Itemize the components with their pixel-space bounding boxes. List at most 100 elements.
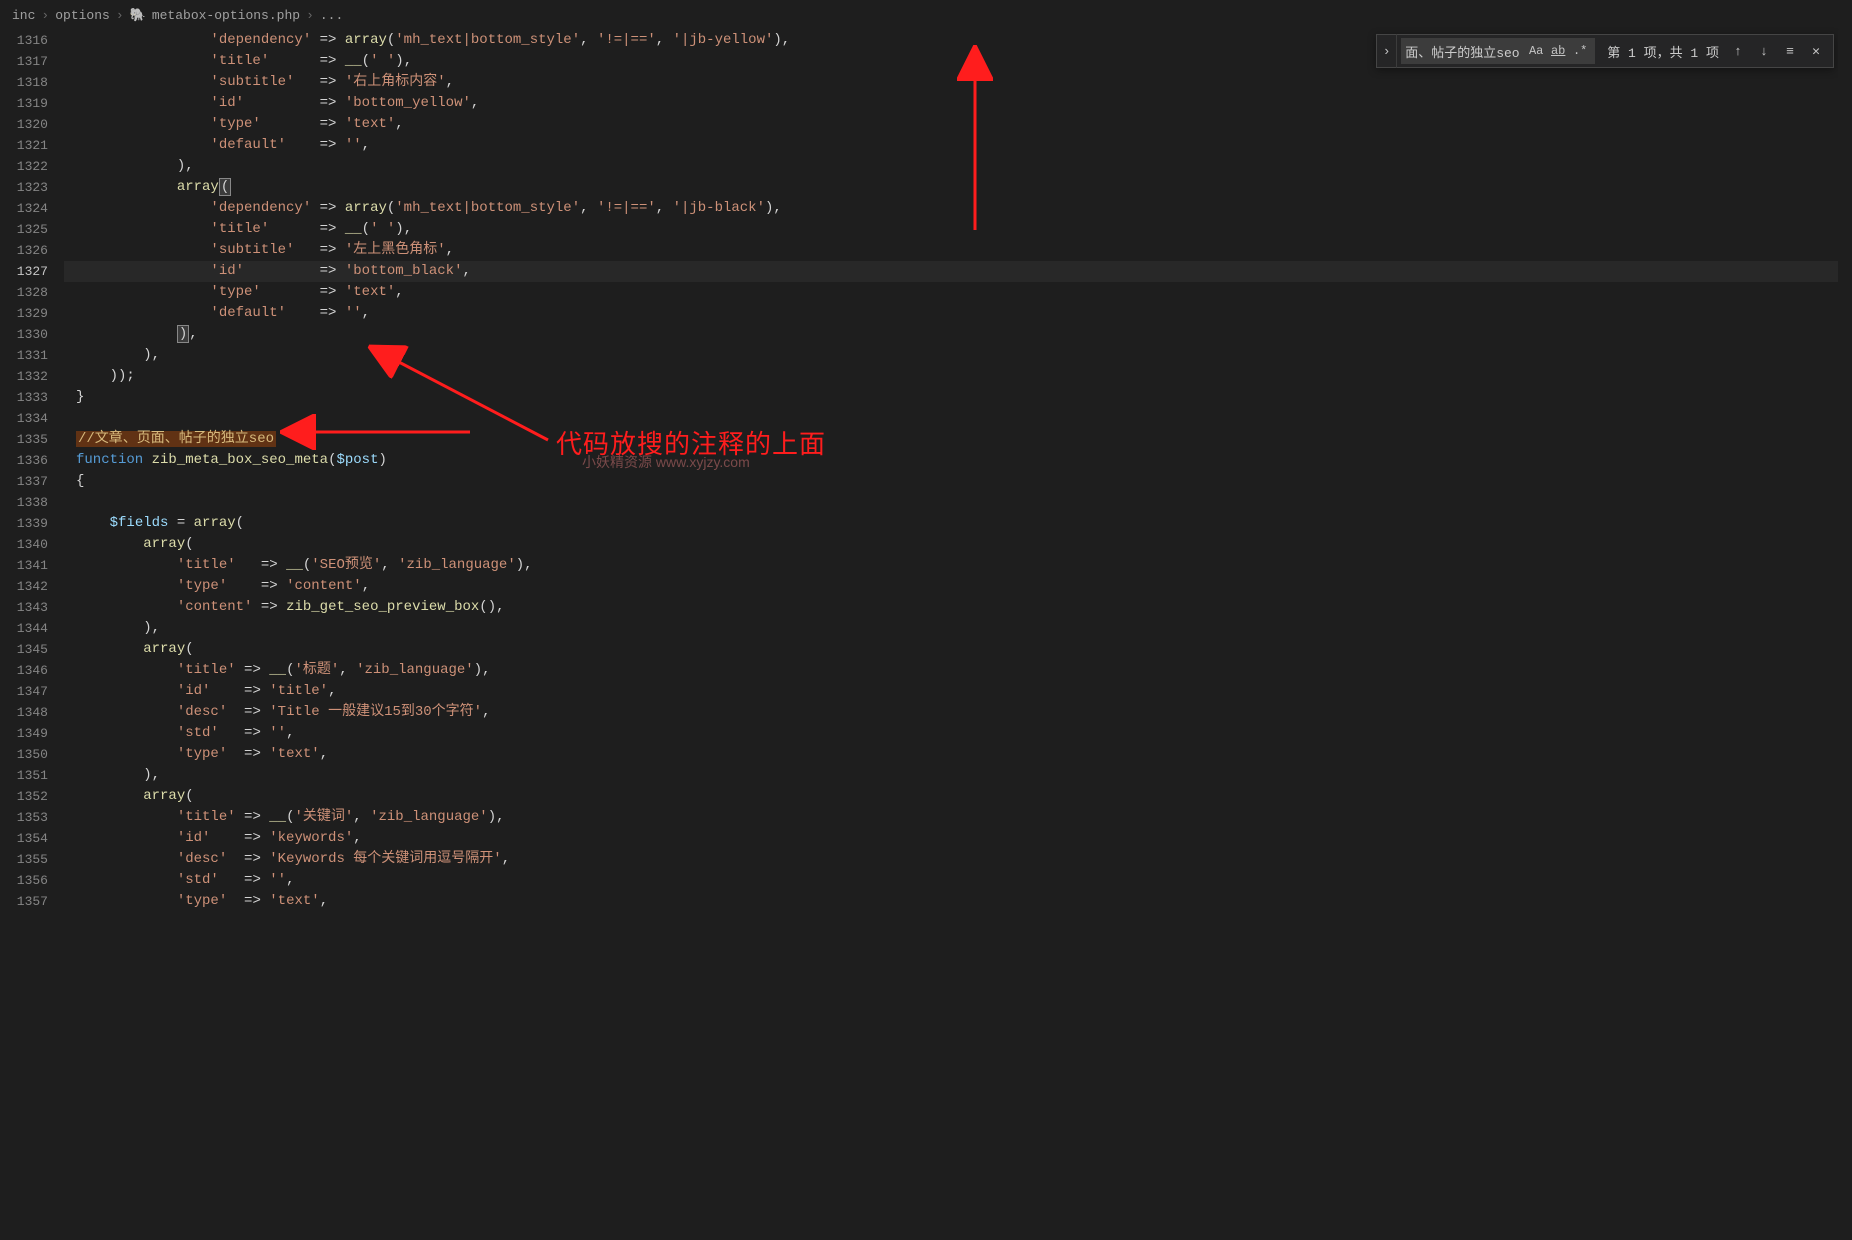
code-line[interactable]: { [64,471,1852,492]
find-prev-button[interactable]: ↑ [1727,40,1749,62]
line-number: 1323 [0,177,48,198]
code-line[interactable]: ), [64,618,1852,639]
line-number: 1331 [0,345,48,366]
line-number: 1346 [0,660,48,681]
php-file-icon: 🐘 [130,8,146,23]
code-line[interactable] [64,408,1852,429]
code-line[interactable]: 'type' => 'text', [64,114,1852,135]
line-number-gutter: 1316131713181319132013211322132313241325… [0,30,64,1240]
code-line[interactable]: 'title' => __(' '), [64,219,1852,240]
code-line[interactable]: 'id' => 'bottom_black', [64,261,1852,282]
code-line[interactable]: 'subtitle' => '右上角标内容', [64,72,1852,93]
find-input[interactable] [1405,44,1525,59]
find-widget: › Aa ab .* 第 1 项，共 1 项 ↑ ↓ ≡ ✕ [1376,34,1834,68]
line-number: 1337 [0,471,48,492]
line-number: 1345 [0,639,48,660]
line-number: 1353 [0,807,48,828]
line-number: 1320 [0,114,48,135]
breadcrumb-seg[interactable]: inc [12,8,35,23]
code-line[interactable]: 'type' => 'content', [64,576,1852,597]
line-number: 1325 [0,219,48,240]
line-number: 1344 [0,618,48,639]
line-number: 1321 [0,135,48,156]
code-line[interactable]: 'desc' => 'Keywords 每个关键词用逗号隔开', [64,849,1852,870]
line-number: 1342 [0,576,48,597]
code-line[interactable]: function zib_meta_box_seo_meta($post) [64,450,1852,471]
code-line[interactable]: array( [64,177,1852,198]
line-number: 1355 [0,849,48,870]
code-line[interactable]: ), [64,765,1852,786]
code-line[interactable]: 'std' => '', [64,870,1852,891]
code-line[interactable]: 'id' => 'title', [64,681,1852,702]
breadcrumb-file[interactable]: metabox-options.php [152,8,300,23]
code-line[interactable]: array( [64,786,1852,807]
code-line[interactable] [64,492,1852,513]
find-toggle-replace[interactable]: › [1377,34,1397,68]
line-number: 1349 [0,723,48,744]
line-number: 1327 [0,261,48,282]
code-line[interactable]: //文章、页面、帖子的独立seo [64,429,1852,450]
code-line[interactable]: array( [64,534,1852,555]
find-regex-button[interactable]: .* [1569,40,1591,62]
code-line[interactable]: $fields = array( [64,513,1852,534]
line-number: 1341 [0,555,48,576]
chevron-right-icon: › [41,8,49,23]
find-input-wrap: Aa ab .* [1401,38,1595,64]
find-actions: ↑ ↓ ≡ ✕ [1727,40,1833,62]
find-close-button[interactable]: ✕ [1805,40,1827,62]
code-line[interactable]: } [64,387,1852,408]
line-number: 1357 [0,891,48,912]
code-line[interactable]: ), [64,156,1852,177]
editor-area: 1316131713181319132013211322132313241325… [0,30,1852,1240]
code-line[interactable]: 'dependency' => array('mh_text|bottom_st… [64,198,1852,219]
code-line[interactable]: 'subtitle' => '左上黑色角标', [64,240,1852,261]
code-line[interactable]: 'type' => 'text', [64,744,1852,765]
code-line[interactable]: ), [64,345,1852,366]
line-number: 1318 [0,72,48,93]
breadcrumb-seg[interactable]: options [55,8,110,23]
line-number: 1332 [0,366,48,387]
code-content[interactable]: 'dependency' => array('mh_text|bottom_st… [64,30,1852,1240]
line-number: 1338 [0,492,48,513]
find-whole-word-button[interactable]: ab [1547,40,1569,62]
line-number: 1356 [0,870,48,891]
line-number: 1330 [0,324,48,345]
chevron-right-icon: › [116,8,124,23]
code-line[interactable]: )); [64,366,1852,387]
find-case-sensitive-button[interactable]: Aa [1525,40,1547,62]
breadcrumb: inc › options › 🐘 metabox-options.php › … [0,0,1852,30]
line-number: 1324 [0,198,48,219]
code-line[interactable]: 'id' => 'bottom_yellow', [64,93,1852,114]
code-line[interactable]: 'type' => 'text', [64,282,1852,303]
breadcrumb-more[interactable]: ... [320,8,343,23]
line-number: 1343 [0,597,48,618]
code-line[interactable]: ), [64,324,1852,345]
line-number: 1348 [0,702,48,723]
line-number: 1335 [0,429,48,450]
code-line[interactable]: 'std' => '', [64,723,1852,744]
line-number: 1339 [0,513,48,534]
find-result-count: 第 1 项，共 1 项 [1599,42,1727,61]
code-line[interactable]: 'default' => '', [64,135,1852,156]
line-number: 1328 [0,282,48,303]
minimap[interactable] [1838,30,1852,1240]
line-number: 1333 [0,387,48,408]
code-line[interactable]: 'default' => '', [64,303,1852,324]
code-line[interactable]: 'title' => __('标题', 'zib_language'), [64,660,1852,681]
find-in-selection-button[interactable]: ≡ [1779,40,1801,62]
line-number: 1326 [0,240,48,261]
code-line[interactable]: 'desc' => 'Title 一般建议15到30个字符', [64,702,1852,723]
code-line[interactable]: 'id' => 'keywords', [64,828,1852,849]
line-number: 1350 [0,744,48,765]
line-number: 1334 [0,408,48,429]
code-line[interactable]: 'title' => __('SEO预览', 'zib_language'), [64,555,1852,576]
line-number: 1347 [0,681,48,702]
line-number: 1322 [0,156,48,177]
code-line[interactable]: 'title' => __('关键词', 'zib_language'), [64,807,1852,828]
line-number: 1319 [0,93,48,114]
line-number: 1329 [0,303,48,324]
code-line[interactable]: 'content' => zib_get_seo_preview_box(), [64,597,1852,618]
code-line[interactable]: array( [64,639,1852,660]
code-line[interactable]: 'type' => 'text', [64,891,1852,912]
find-next-button[interactable]: ↓ [1753,40,1775,62]
